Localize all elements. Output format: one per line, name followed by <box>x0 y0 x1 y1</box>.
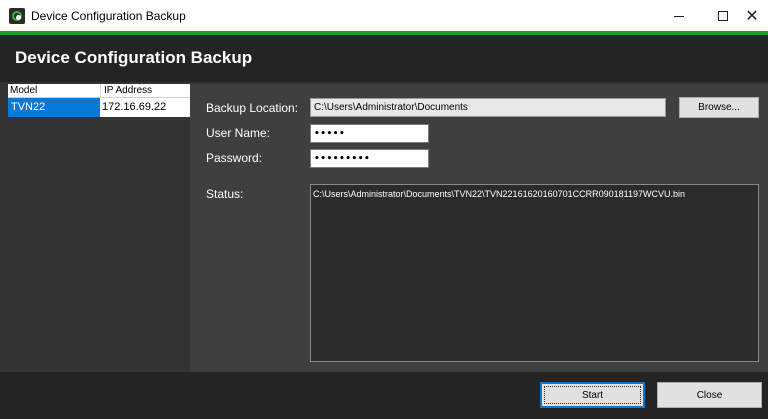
window-title: Device Configuration Backup <box>31 9 186 23</box>
maximize-icon <box>718 10 728 21</box>
backup-location-field[interactable]: C:\Users\Administrator\Documents <box>310 98 666 117</box>
device-row[interactable]: TVN22 172.16.69.22 <box>8 98 190 117</box>
minimize-icon <box>674 16 684 17</box>
user-name-field[interactable]: ••••• <box>310 124 429 143</box>
status-label: Status: <box>206 187 244 201</box>
start-button[interactable]: Start <box>540 382 645 408</box>
status-output[interactable]: C:\Users\Administrator\Documents\TVN22\T… <box>310 184 759 362</box>
device-ip-cell[interactable]: 172.16.69.22 <box>100 98 190 117</box>
device-list: Model IP Address TVN22 172.16.69.22 <box>8 84 190 372</box>
column-header-ip-address[interactable]: IP Address <box>104 85 152 96</box>
password-field[interactable]: ••••••••• <box>310 149 429 168</box>
column-divider[interactable] <box>100 84 101 98</box>
device-model-cell[interactable]: TVN22 <box>8 98 100 117</box>
user-name-label: User Name: <box>206 126 271 140</box>
close-window-button[interactable]: ✕ <box>736 0 768 31</box>
title-bar[interactable]: Device Configuration Backup ✕ <box>0 0 768 31</box>
column-header-model[interactable]: Model <box>10 85 37 96</box>
device-list-header: Model IP Address <box>8 84 190 98</box>
app-icon-dot <box>16 15 21 20</box>
focus-rectangle <box>544 386 641 404</box>
minimize-button[interactable] <box>656 0 702 31</box>
page-title: Device Configuration Backup <box>15 48 253 67</box>
application-window: Device Configuration Backup ✕ Device Con… <box>0 0 768 419</box>
password-label: Password: <box>206 151 263 165</box>
browse-button[interactable]: Browse... <box>679 97 759 118</box>
backup-form-panel: Backup Location: C:\Users\Administrator\… <box>190 84 768 372</box>
close-icon: ✕ <box>745 7 759 25</box>
backup-location-label: Backup Location: <box>206 101 299 115</box>
footer: Start Close <box>0 372 768 419</box>
app-icon <box>9 8 25 24</box>
header: Device Configuration Backup <box>0 35 768 82</box>
close-button[interactable]: Close <box>657 382 762 408</box>
